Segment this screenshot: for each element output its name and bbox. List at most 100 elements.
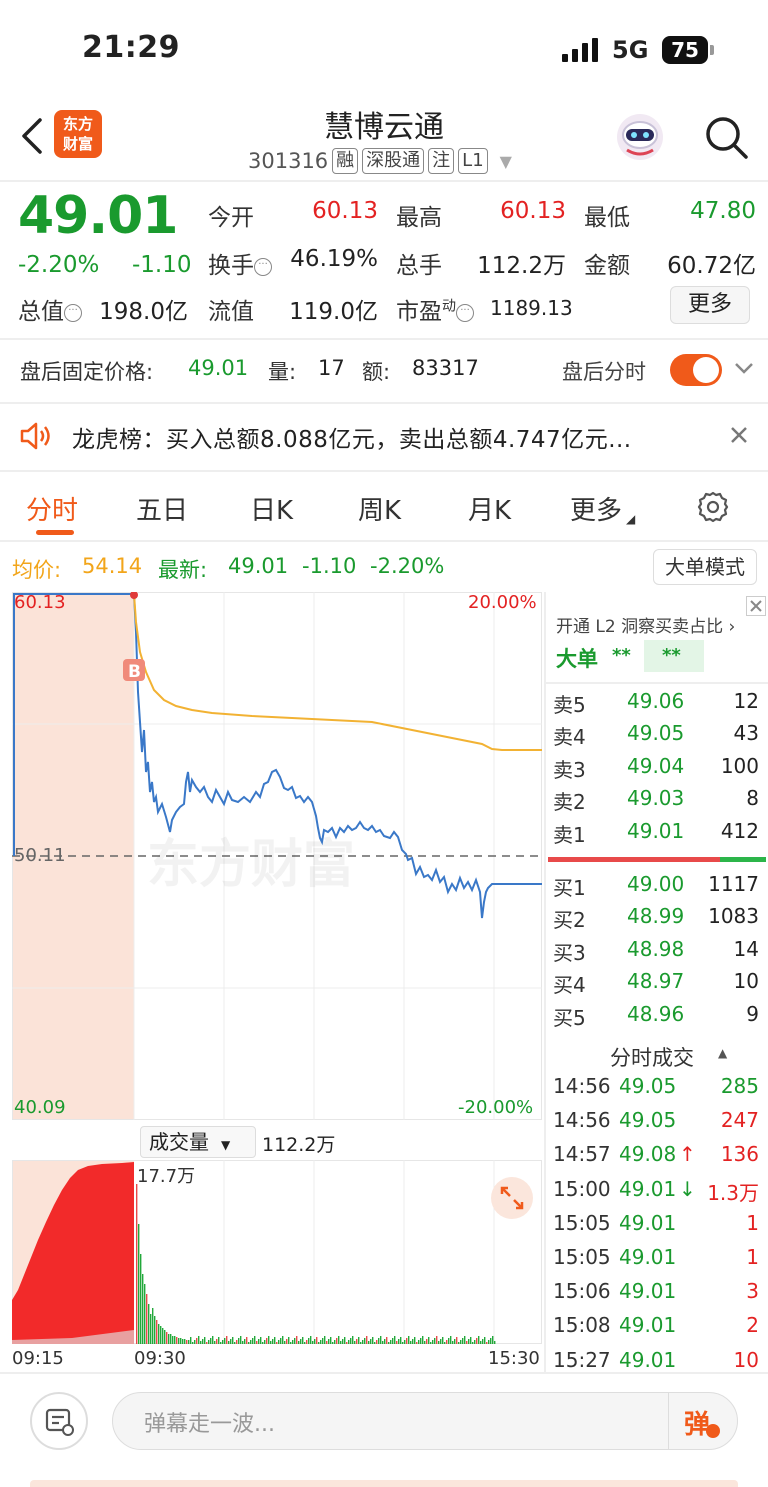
trades-title[interactable]: 分时成交 — [610, 1042, 694, 1072]
ask-row[interactable]: 卖1 49.01 412 — [553, 819, 759, 851]
volume-bar — [476, 1338, 478, 1344]
status-time: 21:29 — [82, 30, 180, 65]
tab-five-day[interactable]: 五日 — [136, 490, 188, 527]
l2-promo[interactable]: 开通 L2 洞察买卖占比 › — [556, 612, 735, 637]
volume-bar — [172, 1336, 174, 1344]
ask-row[interactable]: 卖5 49.06 12 — [553, 689, 759, 721]
trade-price: 49.01 — [619, 1313, 677, 1338]
volume-bar — [468, 1339, 470, 1344]
volume-bar — [254, 1336, 256, 1344]
chevron-down-icon[interactable] — [734, 362, 754, 376]
volume-indicator-select[interactable]: 成交量 ▼ — [140, 1126, 256, 1158]
ask-label: 卖2 — [553, 790, 586, 815]
volume-bar — [292, 1340, 294, 1344]
network-type: 5G — [612, 36, 649, 64]
caret-up-icon[interactable]: ▲ — [718, 1046, 727, 1060]
close-icon[interactable] — [728, 424, 750, 446]
settings-gear-icon[interactable] — [696, 490, 730, 524]
volume-bar — [296, 1336, 298, 1344]
change-amount: -1.10 — [132, 252, 192, 278]
robot-assistant-icon[interactable] — [615, 112, 665, 162]
trade-time: 15:00 — [553, 1176, 611, 1201]
trade-time: 15:06 — [553, 1279, 611, 1304]
bid-price: 48.97 — [627, 969, 685, 994]
volume-bar — [490, 1338, 492, 1344]
bid-row[interactable]: 买2 48.99 1083 — [553, 904, 759, 936]
trade-price: 49.08 — [619, 1142, 677, 1167]
volume-bar — [174, 1336, 176, 1344]
axis-prev-close: 50.11 — [14, 845, 66, 866]
volume-bar — [344, 1337, 346, 1344]
volume-bar — [212, 1336, 214, 1344]
volume-bar — [424, 1341, 426, 1344]
battery-tip — [710, 45, 714, 55]
bid-row[interactable]: 买5 48.96 9 — [553, 1002, 759, 1034]
big-order-mode-button[interactable]: 大单模式 — [653, 549, 757, 585]
info-icon[interactable]: ··· — [456, 304, 474, 322]
volume-bar — [256, 1341, 258, 1344]
volume-bar — [438, 1341, 440, 1344]
bid-row[interactable]: 买4 48.97 10 — [553, 969, 759, 1001]
volume-bar — [162, 1328, 164, 1344]
volume-bar — [180, 1338, 182, 1344]
trade-row: 15:08 49.01 2 — [553, 1313, 759, 1345]
low-label: 最低 — [584, 205, 630, 231]
volume-bar — [286, 1339, 288, 1344]
after-hours-toggle[interactable] — [670, 354, 722, 386]
volume-bar — [232, 1337, 234, 1344]
volume-bar — [470, 1337, 472, 1344]
volume-bar — [262, 1342, 264, 1344]
volume-bar — [398, 1339, 400, 1344]
bid-label: 买5 — [553, 1005, 586, 1030]
volume-bar — [304, 1342, 306, 1344]
volume-bar — [268, 1336, 270, 1344]
tab-more[interactable]: 更多 ◢ — [570, 490, 635, 527]
trade-direction-icon: ↓ — [679, 1176, 696, 1201]
volume-bar — [380, 1336, 382, 1344]
bid-row[interactable]: 买3 48.98 14 — [553, 937, 759, 969]
bid-price: 48.98 — [627, 936, 685, 961]
close-icon[interactable] — [746, 596, 766, 616]
tab-daily-k[interactable]: 日K — [250, 490, 293, 527]
tab-weekly-k[interactable]: 周K — [358, 490, 401, 527]
volume-bar — [336, 1338, 338, 1344]
volume-bar — [198, 1336, 200, 1344]
trade-row: 14:57 49.08 ↑ 136 — [553, 1142, 759, 1174]
volume-bar — [168, 1334, 170, 1344]
info-icon[interactable]: ··· — [64, 304, 82, 322]
ask-qty: 412 — [720, 818, 759, 843]
volume-peak-label: 17.7万 — [137, 1166, 195, 1187]
avg-price-label: 均价: — [12, 558, 62, 582]
volume-bar — [338, 1336, 340, 1344]
after-hours-vol: 17 — [318, 356, 345, 380]
stock-subtitle[interactable]: 301316 融 深股通 注 L1 ▼ — [248, 146, 512, 176]
float-cap-label: 流值 — [208, 299, 254, 325]
volume-bar — [242, 1341, 244, 1344]
volume-chart[interactable]: 17.7万 — [12, 1160, 542, 1344]
x-label-start: 09:15 — [12, 1348, 64, 1369]
ask-price: 49.06 — [627, 689, 685, 713]
volume-bar — [436, 1336, 438, 1344]
ask-row[interactable]: 卖2 49.03 8 — [553, 786, 759, 818]
volume-value: 112.2万 — [477, 253, 566, 279]
more-button[interactable]: 更多 — [670, 286, 750, 324]
big-order-label: 大单 — [556, 647, 598, 671]
search-icon[interactable] — [703, 114, 749, 160]
tab-intraday[interactable]: 分时 — [26, 490, 78, 527]
volume-bar — [276, 1342, 278, 1344]
ask-row[interactable]: 卖4 49.05 43 — [553, 721, 759, 753]
trade-qty: 285 — [720, 1074, 759, 1098]
ask-row[interactable]: 卖3 49.04 100 — [553, 754, 759, 786]
intraday-price-chart[interactable]: 东方财富 B — [12, 592, 542, 1120]
volume-bar — [146, 1294, 148, 1344]
tab-monthly-k[interactable]: 月K — [468, 490, 511, 527]
info-icon[interactable]: ··· — [254, 258, 272, 276]
dragon-tiger-text[interactable]: 龙虎榜：买入总额8.088亿元，卖出总额4.747亿元... — [72, 420, 632, 454]
volume-bar — [136, 1184, 138, 1344]
bid-row[interactable]: 买1 49.00 1117 — [553, 872, 759, 904]
expand-icon[interactable] — [490, 1176, 534, 1220]
volume-bar — [302, 1337, 304, 1344]
watermark: 东方财富 — [147, 835, 355, 895]
tab-underline — [36, 530, 74, 535]
volume-bar — [368, 1341, 370, 1344]
